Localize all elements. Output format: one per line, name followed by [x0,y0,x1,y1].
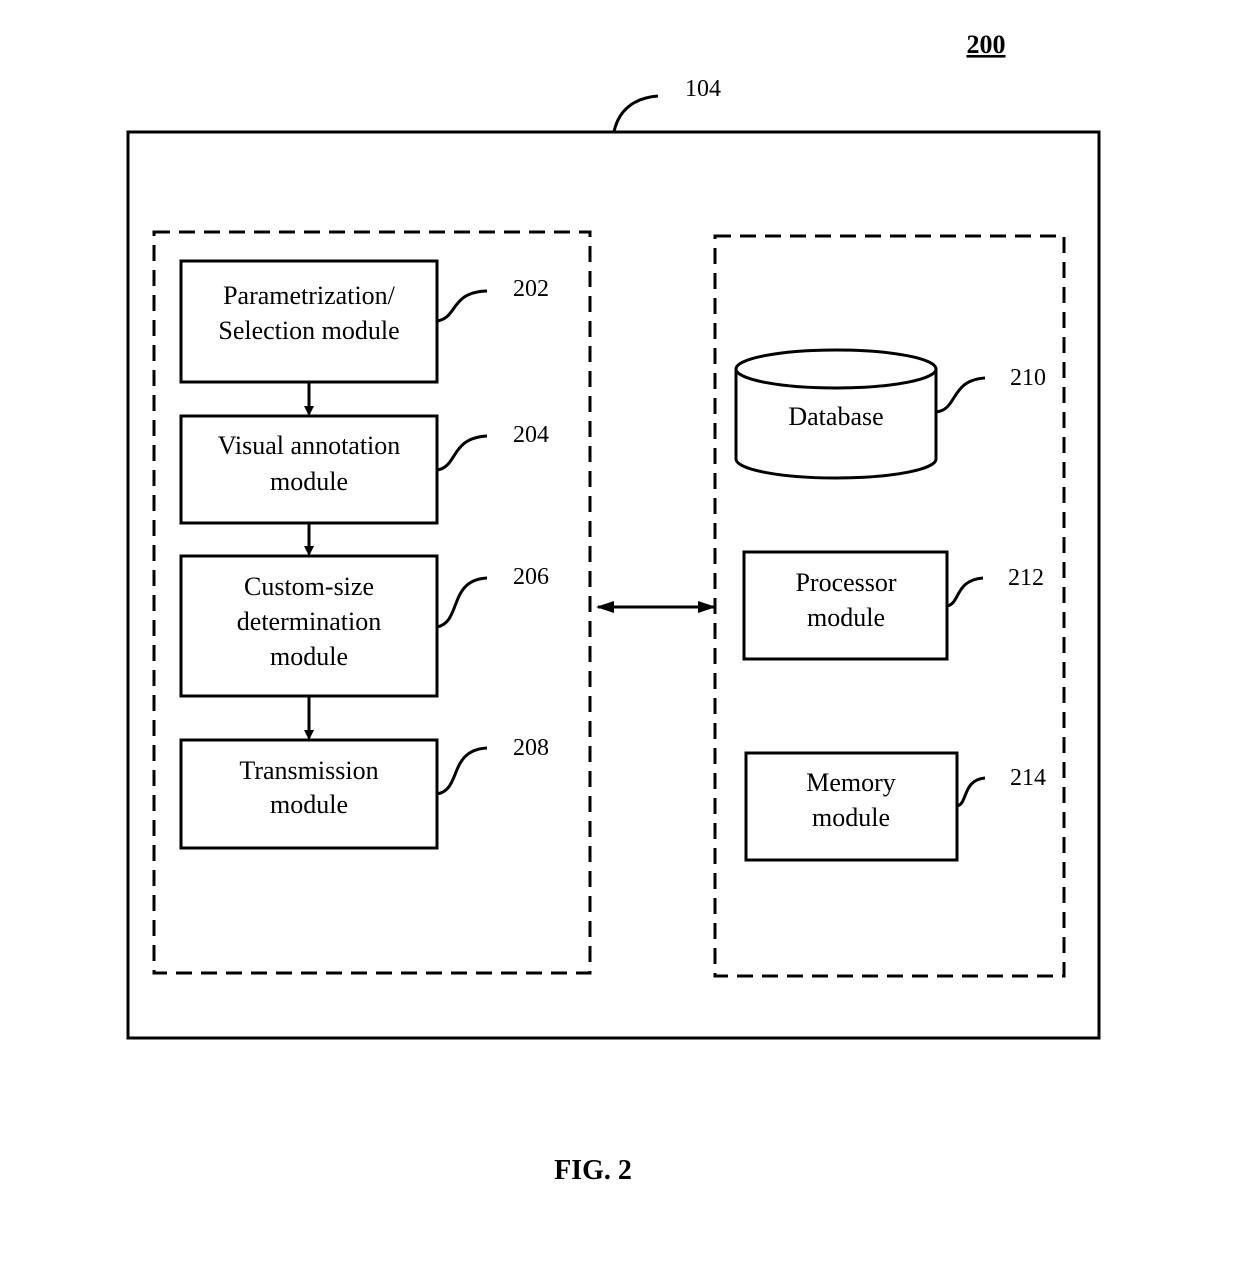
module-208-line-2: module [270,790,348,819]
custom-size-determination-module: Custom-size determination module [179,554,439,698]
module-202-line-1: Parametrization/ [223,281,396,310]
module-204-line-2: module [270,467,348,496]
module-206-line-2: determination [237,607,381,636]
ref-204-label: 204 [513,422,549,448]
ref-214-label: 214 [1010,765,1046,791]
ref-212-leader [946,576,984,608]
ref-208-leader [436,746,488,796]
figure-caption: FIG. 2 [554,1155,632,1186]
module-214-line-1: Memory [806,768,896,797]
figure-number: 200 [967,30,1006,59]
ref-208-label: 208 [513,735,549,761]
ref-202-label: 202 [513,276,549,302]
diagram-canvas: 200 104 Parametrization/ Selection modul… [126,30,1101,1186]
module-212-line-1: Processor [795,568,896,597]
module-206-line-1: Custom-size [244,572,374,601]
module-202-line-2: Selection module [218,316,399,345]
parametrization-selection-module: Parametrization/ Selection module [179,259,439,384]
ref-210-label: 210 [1010,365,1046,391]
outer-ref-leader [612,94,659,133]
module-206-line-3: module [270,642,348,671]
ref-212-label: 212 [1008,565,1044,591]
module-204-line-1: Visual annotation [218,431,401,460]
module-212-line-2: module [807,603,885,632]
module-214-line-2: module [812,803,890,832]
module-208-line-1: Transmission [239,756,378,785]
ref-206-label: 206 [513,564,549,590]
visual-annotation-module: Visual annotation module [179,414,439,525]
database-cylinder: Database [734,348,938,480]
processor-module: Processor module [742,550,949,661]
ref-204-leader [436,434,488,472]
database-label: Database [788,402,883,431]
ref-214-leader [956,776,986,808]
transmission-module: Transmission module [179,738,439,850]
ref-206-leader [436,576,488,629]
ref-210-leader [935,376,986,414]
ref-202-leader [436,289,488,323]
memory-module: Memory module [744,751,959,862]
outer-ref-label: 104 [685,76,721,102]
